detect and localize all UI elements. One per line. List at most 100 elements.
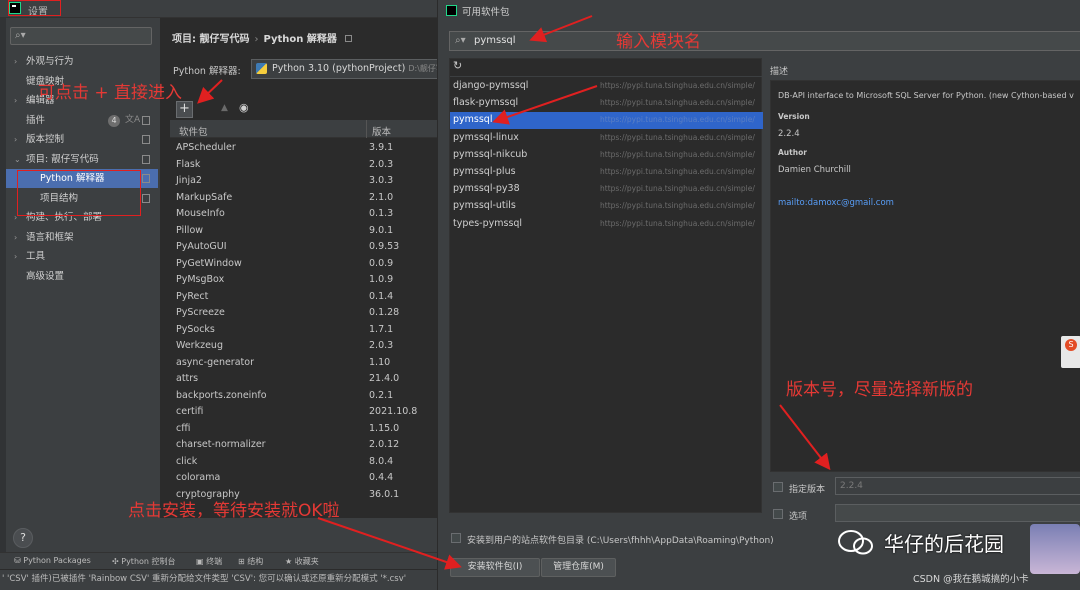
table-row[interactable]: charset-normalizer 2.0.12 [170, 437, 440, 454]
package-list-item[interactable]: pymssql https://pypi.tuna.tsinghua.edu.cn… [450, 112, 763, 130]
annotation-install-hint: 点击安装，等待安装就OK啦 [128, 501, 340, 521]
package-list-item[interactable]: django-pymssql https://pypi.tuna.tsinghua… [450, 78, 763, 95]
author-email-link[interactable]: mailto:damoxc@gmail.com [778, 198, 894, 208]
table-row[interactable]: async-generator 1.10 [170, 355, 440, 372]
package-name: PySocks [176, 323, 215, 335]
show-all-eye-icon[interactable]: ◉ [239, 101, 249, 114]
table-row[interactable]: attrs 21.4.0 [170, 371, 440, 388]
table-row[interactable]: PyScreeze 0.1.28 [170, 305, 440, 322]
tree-item-appearance[interactable]: › 外观与行为 [6, 52, 158, 71]
options-checkbox[interactable] [773, 509, 783, 519]
table-row[interactable]: backports.zoneinfo 0.2.1 [170, 388, 440, 405]
table-row[interactable]: MouseInfo 0.1.3 [170, 206, 440, 223]
table-header: 软件包 版本 [170, 120, 440, 138]
column-header-package[interactable]: 软件包 [179, 124, 208, 138]
table-row[interactable]: PySocks 1.7.1 [170, 322, 440, 339]
package-list-item[interactable]: pymssql-plus https://pypi.tuna.tsinghua.e… [450, 164, 763, 181]
tree-item-vcs[interactable]: › 版本控制 [6, 130, 158, 149]
tab-label: Python Packages [23, 556, 91, 565]
package-repo-url: https://pypi.tuna.tsinghua.edu.cn/simple… [600, 149, 755, 159]
tree-item-plugins[interactable]: 插件 4 文A [6, 111, 158, 130]
structure-tab[interactable]: ⊞ 结构 [238, 556, 263, 567]
python-console-tab[interactable]: ✣ Python 控制台 [112, 556, 176, 567]
package-name: attrs [176, 373, 199, 384]
tree-item-languages[interactable]: › 语言和框架 [6, 228, 158, 247]
table-row[interactable]: PyRect 0.1.4 [170, 289, 440, 306]
specify-version-checkbox[interactable] [773, 482, 783, 492]
interpreter-value: Python 3.10 (pythonProject) [272, 63, 406, 74]
package-list-item[interactable]: flask-pymssql https://pypi.tuna.tsinghua.… [450, 95, 763, 112]
tab-label: 结构 [247, 557, 264, 566]
package-list-item[interactable]: pymssql-utils https://pypi.tuna.tsinghua.… [450, 198, 763, 215]
anime-avatar-image [1030, 524, 1080, 574]
package-name: flask-pymssql [453, 97, 519, 109]
table-row[interactable]: PyGetWindow 0.0.9 [170, 256, 440, 273]
table-row[interactable]: Pillow 9.0.1 [170, 223, 440, 240]
table-row[interactable]: MarkupSafe 2.1.0 [170, 190, 440, 207]
column-header-version[interactable]: 版本 [372, 124, 391, 138]
watermark-name: 华仔的后花园 [884, 532, 1004, 556]
version-input[interactable]: 2.2.4 [835, 477, 1080, 495]
table-row[interactable]: PyAutoGUI 0.9.53 [170, 239, 440, 256]
tab-label: 终端 [206, 557, 223, 566]
refresh-icon[interactable]: ↻ [453, 59, 467, 73]
package-list-item[interactable]: pymssql-linux https://pypi.tuna.tsinghua.… [450, 130, 763, 147]
package-repo-url: https://pypi.tuna.tsinghua.edu.cn/simple… [600, 98, 755, 108]
package-list: ↻ django-pymssql https://pypi.tuna.tsingh… [449, 58, 763, 513]
settings-search-input[interactable]: ⌕▾ [10, 27, 152, 45]
add-package-button[interactable]: + [176, 101, 193, 118]
tree-item-project[interactable]: ⌄ 项目: 靓仔写代码 [6, 150, 158, 169]
tree-item-tools[interactable]: › 工具 [6, 247, 158, 266]
package-version: 0.2.1 [369, 389, 394, 401]
package-name: Jinja2 [176, 175, 202, 186]
help-button[interactable]: ? [13, 528, 33, 548]
package-repo-url: https://pypi.tuna.tsinghua.edu.cn/simple… [600, 81, 755, 90]
annotation-enter-module: 输入模块名 [616, 32, 701, 52]
search-icon: ⌕▾ [455, 35, 466, 46]
python-packages-tab[interactable]: ⛁ Python Packages [14, 556, 91, 565]
table-row[interactable]: certifi 2021.10.8 [170, 404, 440, 421]
package-name: Flask [176, 158, 201, 170]
tree-item-advanced[interactable]: 高级设置 [6, 267, 158, 286]
table-row[interactable]: Jinja2 3.0.3 [170, 173, 440, 190]
breadcrumb: 项目: 靓仔写代码 › Python 解释器 [172, 30, 352, 45]
install-package-button[interactable]: 安装软件包(I) [450, 558, 540, 577]
package-version: 1.15.0 [369, 422, 400, 434]
package-version: 2.0.3 [369, 158, 394, 170]
package-version: 1.0.9 [369, 274, 394, 285]
bottom-tool-strip: ⛁ Python Packages ✣ Python 控制台 ▣ 终端 ⊞ 结构… [0, 552, 440, 569]
favorites-tab[interactable]: ★ 收藏夹 [285, 556, 319, 567]
user-site-checkbox[interactable] [451, 533, 461, 543]
tree-item-label: 语言和框架 [26, 231, 74, 243]
table-row[interactable]: cffi 1.15.0 [170, 421, 440, 438]
column-divider [366, 120, 367, 138]
settings-titlebar: 设置 [0, 0, 440, 18]
ime-floating-icon[interactable]: S [1061, 336, 1080, 368]
package-name: MarkupSafe [176, 191, 233, 203]
table-row[interactable]: click 8.0.4 [170, 454, 440, 471]
table-row[interactable]: PyMsgBox 1.0.9 [170, 272, 440, 289]
package-search-input[interactable]: ⌕▾ pymssql [449, 31, 1080, 51]
upgrade-icon[interactable]: ▲ [221, 103, 228, 113]
annotation-box-tree [17, 170, 141, 216]
package-list-item[interactable]: pymssql-nikcub https://pypi.tuna.tsinghua… [450, 147, 763, 164]
package-list-item[interactable]: pymssql-py38 https://pypi.tuna.tsinghua.e… [450, 181, 763, 198]
package-list-item[interactable]: types-pymssql https://pypi.tuna.tsinghua.… [450, 216, 763, 233]
manage-repositories-button[interactable]: 管理仓库(M) [541, 558, 616, 577]
package-version: 0.4.4 [369, 472, 394, 483]
table-row[interactable]: Flask 2.0.3 [170, 157, 440, 174]
terminal-tab[interactable]: ▣ 终端 [196, 556, 222, 567]
table-row[interactable]: Werkzeug 2.0.3 [170, 338, 440, 355]
description-pane: 描述 DB-API interface to Microsoft SQL Ser… [768, 58, 1080, 476]
list-divider [450, 76, 763, 77]
package-repo-url: https://pypi.tuna.tsinghua.edu.cn/simple… [600, 201, 755, 211]
options-input[interactable] [835, 504, 1080, 522]
interpreter-select[interactable]: Python 3.10 (pythonProject) D:\靓仔写 [251, 59, 440, 79]
package-name: colorama [176, 472, 221, 483]
package-version: 1.10 [369, 356, 391, 368]
table-row[interactable]: APScheduler 3.9.1 [170, 140, 440, 157]
package-name: pymssql-py38 [453, 183, 520, 195]
version-key: Version [778, 112, 810, 121]
table-row[interactable]: colorama 0.4.4 [170, 470, 440, 487]
package-name: Pillow [176, 224, 204, 236]
